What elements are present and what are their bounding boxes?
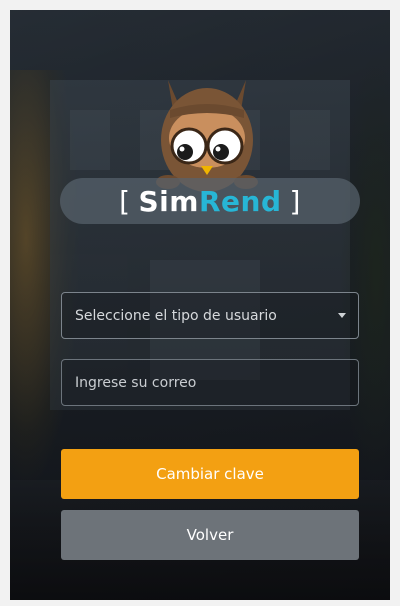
app-logo: [SimRend] [60,178,360,224]
change-password-button-label: Cambiar clave [156,465,264,483]
logo-bracket-open: [ [119,184,131,218]
caret-down-icon [338,313,346,318]
background-foliage [340,50,390,490]
back-button-label: Volver [186,526,234,544]
email-input[interactable]: Ingrese su correo [61,359,359,406]
login-screen: [SimRend] Seleccione el tipo de usuario … [10,10,390,600]
logo-text-sim: Sim [138,184,199,218]
change-password-button[interactable]: Cambiar clave [61,449,359,499]
owl-mascot-icon [156,80,258,192]
user-type-select-placeholder: Seleccione el tipo de usuario [75,307,277,324]
email-input-placeholder: Ingrese su correo [75,374,197,391]
logo-text-rend: Rend [198,184,282,218]
user-type-select[interactable]: Seleccione el tipo de usuario [61,292,359,339]
logo-bracket-close: ] [289,184,301,218]
back-button[interactable]: Volver [61,510,359,560]
